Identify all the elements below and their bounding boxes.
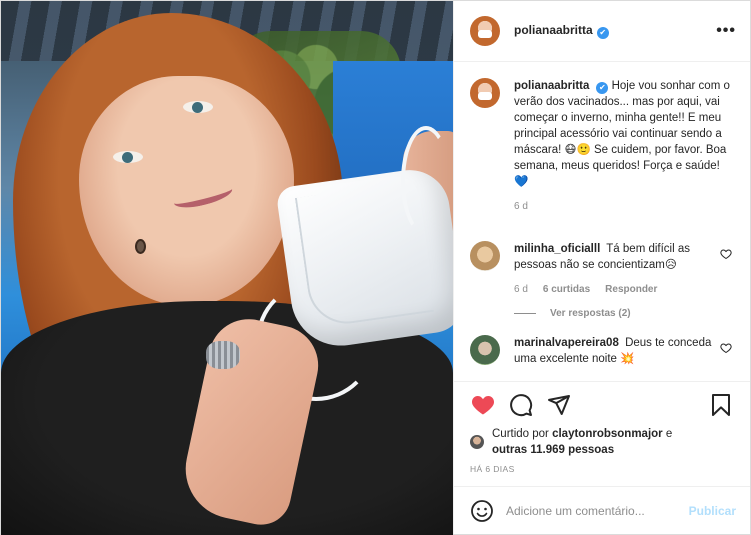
reply-button[interactable]: Responder — [605, 282, 657, 298]
comment-item: milinha_oficialll Tá bem difícil as pess… — [470, 241, 734, 298]
likes-and: e — [665, 428, 673, 440]
heart-outline-icon[interactable] — [718, 248, 734, 263]
bookmark-icon[interactable] — [708, 392, 734, 418]
heart-icon[interactable] — [470, 392, 496, 418]
post-side-panel: polianaabritta ✔ ••• polianaabritta ✔ Hoje… — [453, 1, 750, 534]
comment-username[interactable]: marinalvapereira08 — [514, 337, 619, 349]
publish-button[interactable]: Publicar — [689, 504, 736, 518]
author-username[interactable]: polianaabritta ✔ — [514, 23, 609, 39]
comment-icon[interactable] — [508, 392, 534, 418]
post-header: polianaabritta ✔ ••• — [454, 1, 750, 62]
author-avatar[interactable] — [470, 16, 500, 46]
comments-list[interactable]: polianaabritta ✔ Hoje vou sonhar com o ve… — [454, 62, 750, 381]
comment-avatar[interactable] — [470, 335, 500, 365]
liker-username[interactable]: claytonrobsonmajor — [552, 428, 663, 440]
likes-prefix: Curtido por — [492, 428, 549, 440]
caption-avatar[interactable] — [470, 78, 500, 108]
view-replies-button[interactable]: Ver respostas (2) — [514, 308, 734, 319]
comment-likes[interactable]: 6 curtidas — [543, 282, 590, 298]
photo-earring — [135, 239, 146, 254]
comment-username[interactable]: milinha_oficialll — [514, 243, 600, 255]
replies-line — [514, 313, 536, 314]
photo-eye-left — [113, 151, 143, 163]
caption-text: Hoje vou sonhar com o verão dos vacinado… — [514, 80, 730, 188]
verified-icon: ✔ — [596, 82, 609, 94]
post-modal: polianaabritta ✔ ••• polianaabritta ✔ Hoje… — [0, 0, 751, 535]
comment-avatar[interactable] — [470, 241, 500, 271]
photo-eye-right — [183, 101, 213, 113]
add-comment-bar: Publicar — [454, 486, 750, 534]
liker-avatar[interactable] — [470, 435, 484, 449]
comment-time[interactable]: 6 d — [514, 282, 528, 298]
likes-count-link[interactable]: outras 11.969 pessoas — [492, 442, 672, 458]
verified-icon: ✔ — [596, 27, 609, 39]
post-actions: Curtido por claytonrobsonmajor e outras … — [454, 381, 750, 474]
heart-outline-icon[interactable] — [718, 342, 734, 357]
post-timestamp[interactable]: Há 6 dias — [470, 464, 734, 474]
caption-username[interactable]: polianaabritta — [514, 80, 589, 92]
photo-mask-strap — [401, 126, 451, 236]
caption: polianaabritta ✔ Hoje vou sonhar com o ve… — [470, 78, 734, 215]
comment-item: marinalvapereira08 Deus te conceda uma e… — [470, 335, 734, 367]
author-username-text[interactable]: polianaabritta — [514, 23, 593, 37]
comment-input[interactable] — [506, 503, 689, 518]
share-icon[interactable] — [546, 392, 572, 418]
more-options-button[interactable]: ••• — [716, 23, 736, 39]
view-replies-label[interactable]: Ver respostas (2) — [550, 308, 631, 319]
caption-time[interactable]: 6 d — [514, 199, 528, 215]
likes-summary: Curtido por claytonrobsonmajor e outras … — [470, 426, 734, 458]
action-icons — [470, 392, 734, 418]
emoji-icon[interactable] — [470, 499, 494, 523]
photo-ring — [206, 341, 240, 369]
post-photo[interactable] — [1, 1, 453, 535]
